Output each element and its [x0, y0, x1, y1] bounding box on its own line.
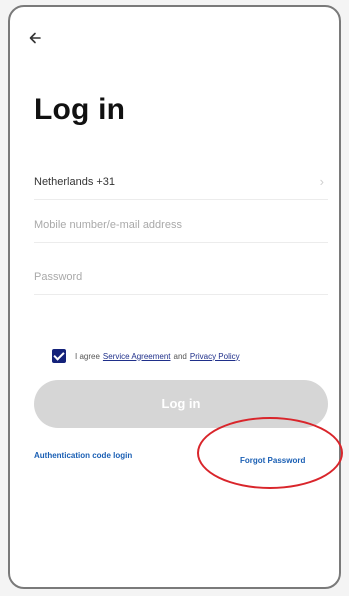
account-input[interactable]: Mobile number/e-mail address	[34, 208, 328, 243]
agreement-prefix: I agree	[75, 351, 100, 361]
country-selector[interactable]: Netherlands +31 ›	[34, 165, 328, 200]
phone-frame: Log in Netherlands +31 › Mobile number/e…	[8, 5, 341, 589]
arrow-left-icon[interactable]	[25, 27, 47, 49]
chevron-right-icon: ›	[319, 174, 324, 189]
account-placeholder: Mobile number/e-mail address	[34, 219, 182, 231]
agreement-and: and	[173, 351, 187, 361]
password-input[interactable]: Password	[34, 260, 328, 295]
service-agreement-link[interactable]: Service Agreement	[103, 352, 171, 361]
password-placeholder: Password	[34, 271, 83, 283]
agreement-row: I agree Service Agreement and Privacy Po…	[52, 347, 243, 365]
highlight-circle	[197, 417, 343, 489]
page-title: Log in	[34, 93, 126, 126]
agreement-checkbox[interactable]	[52, 349, 66, 363]
auth-code-login-link[interactable]: Authentication code login	[34, 450, 164, 461]
country-value: Netherlands +31	[34, 176, 116, 188]
privacy-policy-link[interactable]: Privacy Policy	[190, 352, 240, 361]
